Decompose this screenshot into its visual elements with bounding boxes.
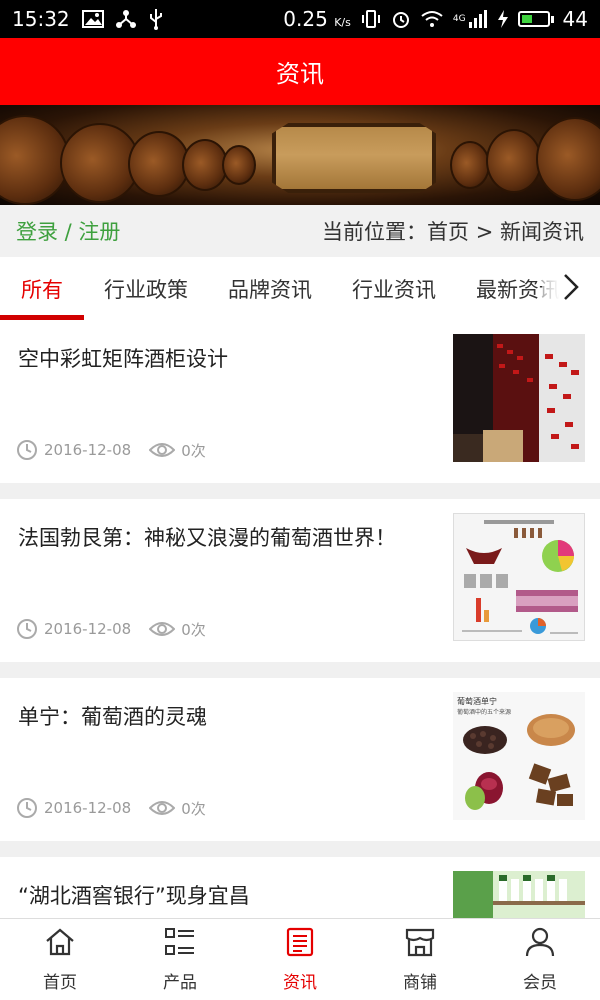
category-tabs: 所有 行业政策 品牌资讯 行业资讯 最新资讯 xyxy=(0,257,600,320)
status-bar: 15:32 0.25 K/s 4G 44 xyxy=(0,0,600,38)
page-header: 资讯 xyxy=(0,38,600,105)
nav-member[interactable]: 会员 xyxy=(480,919,600,1000)
article-thumbnail[interactable]: 葡萄酒单宁 葡萄酒中的五个来源 xyxy=(453,692,585,820)
vibrate-icon xyxy=(360,9,382,29)
nav-member-label: 会员 xyxy=(523,972,557,993)
article-views: 0次 xyxy=(181,441,206,460)
list-icon xyxy=(164,927,196,962)
shop-icon xyxy=(404,927,436,962)
article-item[interactable]: 空中彩虹矩阵酒柜设计 2016-12-08 0次 xyxy=(0,320,600,483)
article-date: 2016-12-08 xyxy=(44,620,132,638)
tabs-scroll-right-button[interactable] xyxy=(542,257,600,320)
eye-icon xyxy=(149,799,176,817)
nav-products-label: 产品 xyxy=(163,972,197,993)
user-icon xyxy=(524,927,556,962)
nav-shops-label: 商铺 xyxy=(403,972,437,993)
news-icon xyxy=(284,927,316,962)
status-time: 15:32 xyxy=(12,7,70,31)
tab-industry-news[interactable]: 行业资讯 xyxy=(332,257,456,320)
battery-icon xyxy=(517,11,554,27)
article-meta: 2016-12-08 0次 xyxy=(16,797,206,819)
banner-sign xyxy=(272,123,436,193)
breadcrumb: 当前位置：首页 > 新闻资讯 xyxy=(322,220,584,244)
signal-icon: 4G xyxy=(453,10,488,28)
article-title[interactable]: 空中彩虹矩阵酒柜设计 xyxy=(18,344,398,374)
article-title[interactable]: 法国勃艮第：神秘又浪漫的葡萄酒世界！ xyxy=(18,523,398,553)
image-icon xyxy=(81,10,104,28)
bottom-nav: 首页 产品 资讯 商铺 会员 xyxy=(0,918,600,1000)
tab-brand-news[interactable]: 品牌资讯 xyxy=(208,257,332,320)
banner-image xyxy=(0,105,600,205)
clock-icon xyxy=(16,439,38,461)
clock-icon xyxy=(16,618,38,640)
article-meta: 2016-12-08 0次 xyxy=(16,618,206,640)
share-icon xyxy=(115,9,136,29)
article-meta: 2016-12-08 0次 xyxy=(16,439,206,461)
home-icon xyxy=(44,927,76,962)
battery-level: 44 xyxy=(562,7,588,31)
article-title[interactable]: “湖北酒窖银行”现身宜昌 xyxy=(18,881,398,911)
tab-all[interactable]: 所有 xyxy=(0,257,84,320)
article-date: 2016-12-08 xyxy=(44,799,132,817)
tab-industry-policy[interactable]: 行业政策 xyxy=(84,257,208,320)
article-item[interactable]: 单宁：葡萄酒的灵魂 2016-12-08 0次 葡萄酒单宁 葡萄酒中的五个来源 xyxy=(0,678,600,841)
nav-home[interactable]: 首页 xyxy=(0,919,120,1000)
thumb-title: 葡萄酒单宁 xyxy=(457,696,497,706)
article-views: 0次 xyxy=(181,799,206,818)
login-register-link[interactable]: 登录 / 注册 xyxy=(16,216,120,246)
location-bar: 登录 / 注册 当前位置：首页 > 新闻资讯 xyxy=(0,205,600,257)
article-title[interactable]: 单宁：葡萄酒的灵魂 xyxy=(18,702,398,732)
nav-shops[interactable]: 商铺 xyxy=(360,919,480,1000)
page-title: 资讯 xyxy=(276,60,324,88)
chevron-right-icon xyxy=(562,272,580,306)
nav-products[interactable]: 产品 xyxy=(120,919,240,1000)
usb-icon xyxy=(148,8,164,30)
nav-news[interactable]: 资讯 xyxy=(240,919,360,1000)
wifi-icon xyxy=(420,10,444,28)
article-thumbnail[interactable] xyxy=(453,513,585,641)
clock-icon xyxy=(16,797,38,819)
article-views: 0次 xyxy=(181,620,206,639)
eye-icon xyxy=(149,441,176,459)
article-item[interactable]: 法国勃艮第：神秘又浪漫的葡萄酒世界！ 2016-12-08 0次 xyxy=(0,499,600,662)
article-date: 2016-12-08 xyxy=(44,441,132,459)
eye-icon xyxy=(149,620,176,638)
nav-news-label: 资讯 xyxy=(283,972,317,993)
nav-home-label: 首页 xyxy=(43,972,77,993)
article-list: 空中彩虹矩阵酒柜设计 2016-12-08 0次 法国勃艮第：神秘又浪漫的葡萄酒… xyxy=(0,320,600,1000)
thumb-subtitle: 葡萄酒中的五个来源 xyxy=(457,708,511,716)
network-speed: 0.25 K/s xyxy=(283,7,351,31)
alarm-icon xyxy=(391,9,411,29)
charging-icon xyxy=(497,9,509,29)
article-thumbnail[interactable] xyxy=(453,334,585,462)
